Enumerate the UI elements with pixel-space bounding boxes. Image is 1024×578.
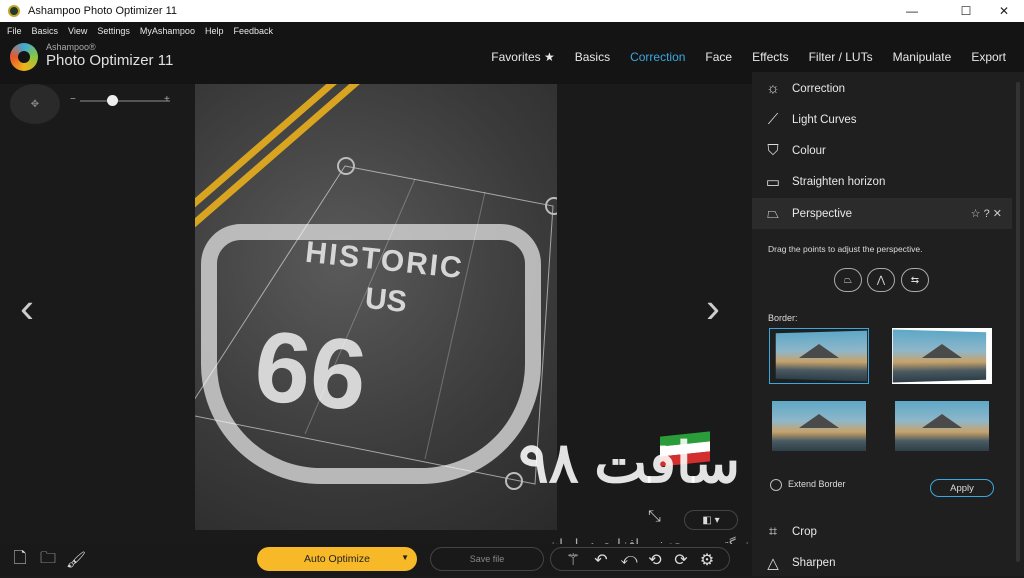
logo-product: Photo Optimizer 11 <box>46 52 174 69</box>
panel-scrollbar[interactable] <box>1016 82 1020 562</box>
panel-item-correction[interactable]: ☼ Correction <box>752 73 1012 104</box>
menu-help[interactable]: Help <box>205 26 224 36</box>
extend-border-radio[interactable] <box>770 479 782 491</box>
chevron-down-icon[interactable]: ▼ <box>401 553 409 562</box>
magic-wand-icon[interactable]: ⚚ <box>561 548 585 572</box>
perspective-hint: Drag the points to adjust the perspectiv… <box>768 244 923 254</box>
flag-icon <box>660 431 710 467</box>
tab-manipulate[interactable]: Manipulate <box>893 50 952 64</box>
favorite-star-icon[interactable]: ☆ <box>971 208 981 220</box>
close-section-icon[interactable]: ✕ <box>993 208 1002 220</box>
menu-basics[interactable]: Basics <box>32 26 59 36</box>
perspective-handle-bottom-right[interactable] <box>505 472 523 490</box>
border-option-2[interactable] <box>892 328 992 384</box>
zoom-slider-handle[interactable] <box>106 95 118 106</box>
next-image-icon[interactable]: › <box>706 284 720 332</box>
panel-item-label: Correction <box>792 82 846 95</box>
help-icon[interactable]: ? <box>984 208 990 220</box>
split-view-icon: ◧ ▾ <box>702 514 720 526</box>
menu-feedback[interactable]: Feedback <box>233 26 273 36</box>
zoom-in-icon[interactable]: + <box>164 94 170 105</box>
panel-item-light-curves[interactable]: ⟋ Light Curves <box>752 104 1012 135</box>
panel-item-label: Straighten horizon <box>792 175 886 188</box>
menu-bar: File Basics View Settings MyAshampoo Hel… <box>0 22 1024 40</box>
border-option-3[interactable] <box>769 398 869 454</box>
menu-settings[interactable]: Settings <box>97 26 130 36</box>
perspective-tools: ☆ ? ✕ <box>971 207 1002 220</box>
perspective-handle-top-left[interactable] <box>337 157 355 175</box>
bottom-toolbar: 🗋 🗀 🖌 Auto Optimize ▼ Save file ⚚ ↶ ⤺ ⟲ … <box>0 544 752 576</box>
auto-optimize-label: Auto Optimize <box>304 553 370 565</box>
fit-screen-icon[interactable]: ⤡ <box>648 508 661 526</box>
undo-icon[interactable]: ↶ <box>589 548 613 572</box>
perspective-icon: ⏢ <box>766 205 779 222</box>
landscape-icon: ▭ <box>765 173 781 191</box>
logo-brand: Ashampoo® <box>46 42 96 52</box>
auto-optimize-button[interactable]: Auto Optimize ▼ <box>257 547 417 571</box>
panel-item-label: Colour <box>792 144 826 157</box>
settings-gear-icon[interactable]: ⚙ <box>695 548 719 572</box>
perspective-grid <box>195 165 554 485</box>
add-folder-icon[interactable]: 🗀 <box>36 548 60 572</box>
main-nav: Favorites ★ Basics Correction Face Effec… <box>471 50 1006 64</box>
horizontal-arrows-icon: ⇆ <box>910 274 920 286</box>
trapezoid-icon: ⏢ <box>844 274 852 286</box>
curve-icon: ⟋ <box>767 111 779 128</box>
border-label: Border: <box>768 313 798 323</box>
tab-favorites[interactable]: Favorites ★ <box>491 50 554 64</box>
tab-export[interactable]: Export <box>971 50 1006 64</box>
panel-item-straighten-horizon[interactable]: ▭ Straighten horizon <box>752 166 1012 197</box>
panel-item-sharpen[interactable]: △ Sharpen <box>752 547 1012 578</box>
tab-basics[interactable]: Basics <box>575 50 610 64</box>
vertical-perspective-button[interactable]: ⏢ <box>834 268 862 292</box>
perspective-handle-top-right[interactable] <box>545 197 557 215</box>
crop-icon: ⌗ <box>768 523 778 540</box>
tab-face[interactable]: Face <box>705 50 732 64</box>
tilt-perspective-button[interactable]: ⋀ <box>867 268 895 292</box>
rotate-left-icon[interactable]: ⟲ <box>643 548 667 572</box>
menu-view[interactable]: View <box>68 26 87 36</box>
app-icon <box>8 5 20 17</box>
correction-panel: ☼ Correction ⟋ Light Curves ⛉ Colour ▭ S… <box>752 72 1024 576</box>
save-file-button[interactable]: Save file <box>430 547 544 571</box>
brush-icon[interactable]: 🖌 <box>64 548 88 572</box>
edit-tools-group: ⚚ ↶ ⤺ ⟲ ⟳ ⚙ <box>550 547 730 571</box>
sun-icon: ☼ <box>766 80 780 97</box>
compare-view-button[interactable]: ◧ ▾ <box>684 510 738 530</box>
image-canvas[interactable]: ✥ − + HISTORIC US 66 ‹ › <box>0 84 752 544</box>
photo-preview[interactable]: HISTORIC US 66 <box>195 84 557 530</box>
tab-filter-luts[interactable]: Filter / LUTs <box>809 50 873 64</box>
triangle-icon: △ <box>767 554 779 572</box>
tilt-icon: ⋀ <box>876 274 886 286</box>
extend-border-label: Extend Border <box>788 479 846 489</box>
title-bar: Ashampoo Photo Optimizer 11 — ☐ ✕ <box>0 0 1024 22</box>
panel-item-label: Perspective <box>792 207 853 220</box>
menu-file[interactable]: File <box>7 26 22 36</box>
previous-image-icon[interactable]: ‹ <box>20 284 34 332</box>
bucket-icon: ⛉ <box>767 142 779 159</box>
add-file-icon[interactable]: 🗋 <box>8 548 32 572</box>
pan-joystick[interactable]: ✥ <box>10 84 60 124</box>
border-option-4[interactable] <box>892 398 992 454</box>
tab-effects[interactable]: Effects <box>752 50 788 64</box>
horizontal-perspective-button[interactable]: ⇆ <box>901 268 929 292</box>
tab-correction[interactable]: Correction <box>630 50 685 64</box>
rotate-right-icon[interactable]: ⟳ <box>669 548 693 572</box>
window-title: Ashampoo Photo Optimizer 11 <box>28 5 177 17</box>
panel-item-perspective[interactable]: ⏢ Perspective ☆ ? ✕ <box>752 198 1012 229</box>
undo-all-icon[interactable]: ⤺ <box>617 548 641 572</box>
ashampoo-logo-icon <box>10 43 38 71</box>
minimize-button[interactable]: — <box>890 0 934 22</box>
panel-item-label: Sharpen <box>792 556 836 569</box>
close-button[interactable]: ✕ <box>982 0 1024 22</box>
panel-item-label: Light Curves <box>792 113 857 126</box>
border-option-1[interactable] <box>769 328 869 384</box>
menu-myashampoo[interactable]: MyAshampoo <box>140 26 195 36</box>
zoom-out-icon[interactable]: − <box>70 94 76 105</box>
panel-item-label: Crop <box>792 525 817 538</box>
panel-item-colour[interactable]: ⛉ Colour <box>752 135 1012 166</box>
apply-button[interactable]: Apply <box>930 479 994 497</box>
zoom-slider-track[interactable] <box>80 100 170 102</box>
panel-item-crop[interactable]: ⌗ Crop <box>752 516 1012 547</box>
